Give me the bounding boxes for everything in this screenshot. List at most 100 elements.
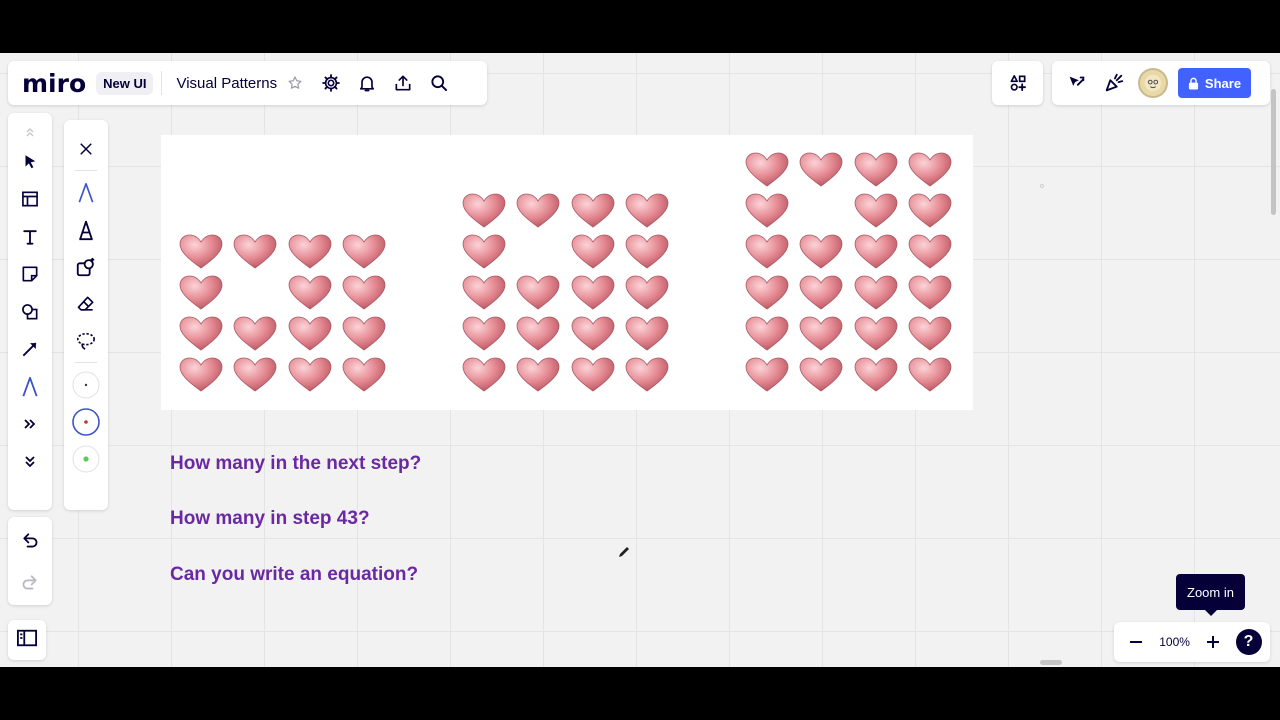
share-button[interactable]: Share [1178,68,1251,98]
redo-icon[interactable] [12,564,48,600]
apps-icon[interactable] [1000,65,1036,101]
heart-icon [854,316,898,352]
heart-icon [625,193,669,229]
heart-icon [462,316,506,352]
heart-icon [288,357,332,393]
heart-icon [233,234,277,270]
main-toolbar [8,113,52,510]
heart-icon [288,234,332,270]
heart-icon [462,357,506,393]
miro-logo[interactable]: miro [22,69,86,98]
pen-cursor-icon [617,545,631,564]
heart-icon [799,275,843,311]
vertical-scrollbar[interactable] [1271,89,1276,215]
heart-icon [571,357,615,393]
heart-icon [571,316,615,352]
bell-icon[interactable] [349,65,385,101]
heart-icon [179,316,223,352]
heart-icon [908,193,952,229]
pen-color-black[interactable] [68,366,104,403]
zoom-level[interactable]: 100% [1159,635,1190,649]
heart-icon [745,357,789,393]
sidebar-toggle[interactable] [8,620,46,660]
undo-icon[interactable] [12,522,48,558]
question-equation[interactable]: Can you write an equation? [170,564,418,586]
heart-icon [462,234,506,270]
connection-line-icon[interactable] [12,331,48,369]
sticky-note-icon[interactable] [12,256,48,294]
canvas-dot [1040,184,1044,188]
search-icon[interactable] [421,65,457,101]
heart-icon [342,357,386,393]
lock-icon [1188,77,1199,89]
board-canvas[interactable]: How many in the next step? How many in s… [0,53,1280,667]
heart-icon [799,234,843,270]
heart-icon [745,234,789,270]
gear-icon[interactable] [313,65,349,101]
share-label: Share [1204,75,1242,91]
pen-color-green[interactable] [68,440,104,477]
heart-icon [799,316,843,352]
heart-icon [625,316,669,352]
heart-icon [799,357,843,393]
celebrate-icon[interactable] [1096,65,1132,101]
upload-icon[interactable] [385,65,421,101]
collapse-down-icon[interactable] [12,443,48,481]
zoom-controls: 100% ? [1114,622,1270,662]
highlighter-icon[interactable] [68,211,104,248]
panel-icon [16,628,38,653]
heart-icon [745,152,789,188]
heart-icon [516,316,560,352]
heart-icon [908,234,952,270]
heart-icon [854,152,898,188]
pen-toolbar [64,120,108,510]
heart-icon [179,275,223,311]
text-tool-icon[interactable] [12,218,48,256]
heart-icon [908,316,952,352]
select-tool-icon[interactable] [12,143,48,181]
heart-icon [745,275,789,311]
heart-icon [516,357,560,393]
heart-icon [571,275,615,311]
pen-color-red-selected[interactable] [68,403,104,440]
heart-icon [516,275,560,311]
question-next-step[interactable]: How many in the next step? [170,453,421,475]
star-icon[interactable] [277,65,313,101]
pen-tool-icon[interactable] [12,368,48,406]
cursor-follow-icon[interactable] [1058,65,1094,101]
heart-icon [799,152,843,188]
pen-icon[interactable] [68,174,104,211]
heart-icon [625,234,669,270]
shapes-icon[interactable] [12,293,48,331]
horizontal-scrollbar[interactable] [1040,660,1062,665]
heart-icon [462,275,506,311]
heart-icon [625,275,669,311]
heart-icon [745,316,789,352]
user-avatar[interactable] [1138,68,1168,98]
close-icon[interactable] [68,130,104,167]
collapse-up-icon[interactable] [12,121,48,143]
templates-icon[interactable] [12,181,48,219]
heart-icon [342,316,386,352]
pattern-frame[interactable] [161,135,973,410]
smart-drawing-icon[interactable] [68,248,104,285]
divider [75,170,97,171]
heart-icon [854,275,898,311]
zoom-in-icon[interactable] [1199,624,1227,660]
heart-icon [462,193,506,229]
collaboration-panel: Share [1052,61,1270,105]
zoom-out-icon[interactable] [1122,624,1150,660]
new-ui-badge[interactable]: New UI [96,71,154,95]
question-step-43[interactable]: How many in step 43? [170,508,370,530]
help-icon[interactable]: ? [1235,629,1262,655]
heart-icon [342,275,386,311]
heart-icon [908,275,952,311]
heart-icon [854,234,898,270]
eraser-icon[interactable] [68,285,104,322]
heart-icon [571,234,615,270]
board-title[interactable]: Visual Patterns [176,75,277,92]
divider [161,71,163,95]
lasso-icon[interactable] [68,322,104,359]
heart-icon [179,234,223,270]
more-tools-icon[interactable] [12,406,48,444]
